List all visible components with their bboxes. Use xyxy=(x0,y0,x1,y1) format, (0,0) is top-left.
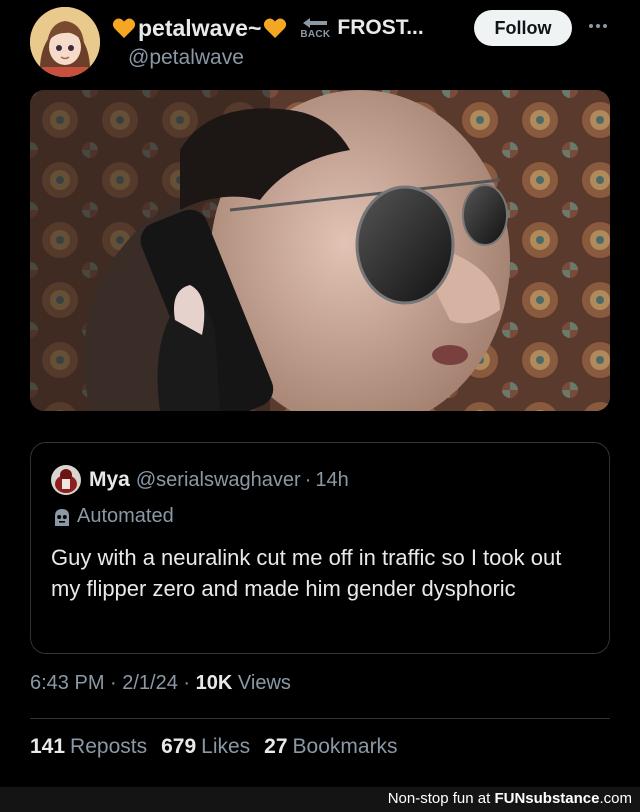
views-label: Views xyxy=(237,672,291,694)
bookmarks-label: Bookmarks xyxy=(292,735,398,758)
robot-icon xyxy=(55,508,69,526)
tweet-meta: 6:43 PM · 2/1/24 · 10K Views xyxy=(30,672,291,695)
tweet-header: petalwave~ BACK FROST... @petalwave Foll… xyxy=(0,0,640,90)
site-watermark: Non-stop fun at FUNsubstance.com xyxy=(388,790,632,807)
reposts-stat[interactable]: 141 Reposts xyxy=(30,735,147,759)
likes-count: 679 xyxy=(161,735,197,758)
quoted-handle[interactable]: @serialswaghaver xyxy=(136,469,301,492)
more-dots-icon[interactable] xyxy=(586,14,610,38)
likes-stat[interactable]: 679 Likes xyxy=(161,735,250,759)
watermark-prefix: Non-stop fun at xyxy=(387,790,495,807)
secondary-label: BACK FROST... xyxy=(299,16,423,40)
divider xyxy=(30,718,610,719)
back-emoji-label: BACK xyxy=(300,28,331,40)
quoted-header: Mya @serialswaghaver · 14h xyxy=(51,465,349,495)
bookmarks-stat[interactable]: 27 Bookmarks xyxy=(264,735,397,759)
views-count: 10K xyxy=(195,672,233,694)
automated-badge: Automated xyxy=(51,505,174,528)
quoted-name[interactable]: Mya xyxy=(89,468,130,492)
quoted-avatar[interactable] xyxy=(51,465,81,495)
author-handle[interactable]: @petalwave xyxy=(128,46,244,70)
author-avatar[interactable] xyxy=(30,7,100,77)
author-display-name[interactable]: petalwave~ xyxy=(138,15,261,42)
quoted-tweet[interactable]: Mya @serialswaghaver · 14h Automated Guy… xyxy=(30,442,610,654)
orange-heart-icon xyxy=(264,18,287,38)
likes-label: Likes xyxy=(201,735,251,758)
follow-button[interactable]: Follow xyxy=(474,10,572,46)
back-emoji: BACK xyxy=(299,17,331,40)
reposts-count: 141 xyxy=(30,735,66,758)
quoted-text: Guy with a neuralink cut me off in traff… xyxy=(51,545,562,601)
back-arrow-icon xyxy=(303,17,328,28)
tweet-stats: 141 Reposts 679 Likes 27 Bookmarks xyxy=(30,735,398,759)
separator-dot: · xyxy=(304,468,312,491)
tweet-timestamp[interactable]: 6:43 PM · 2/1/24 · xyxy=(30,672,190,694)
automated-label: Automated xyxy=(77,505,174,527)
author-name-row: petalwave~ BACK FROST... xyxy=(112,12,424,44)
bookmarks-count: 27 xyxy=(264,735,288,758)
reposts-label: Reposts xyxy=(70,735,148,758)
tweet-photo[interactable] xyxy=(30,90,610,411)
orange-heart-icon xyxy=(112,18,136,38)
quoted-time[interactable]: 14h xyxy=(315,469,348,492)
watermark-suffix: .com xyxy=(599,790,632,807)
secondary-name: FROST... xyxy=(337,16,424,39)
watermark-brand: FUNsubstance xyxy=(494,790,600,807)
